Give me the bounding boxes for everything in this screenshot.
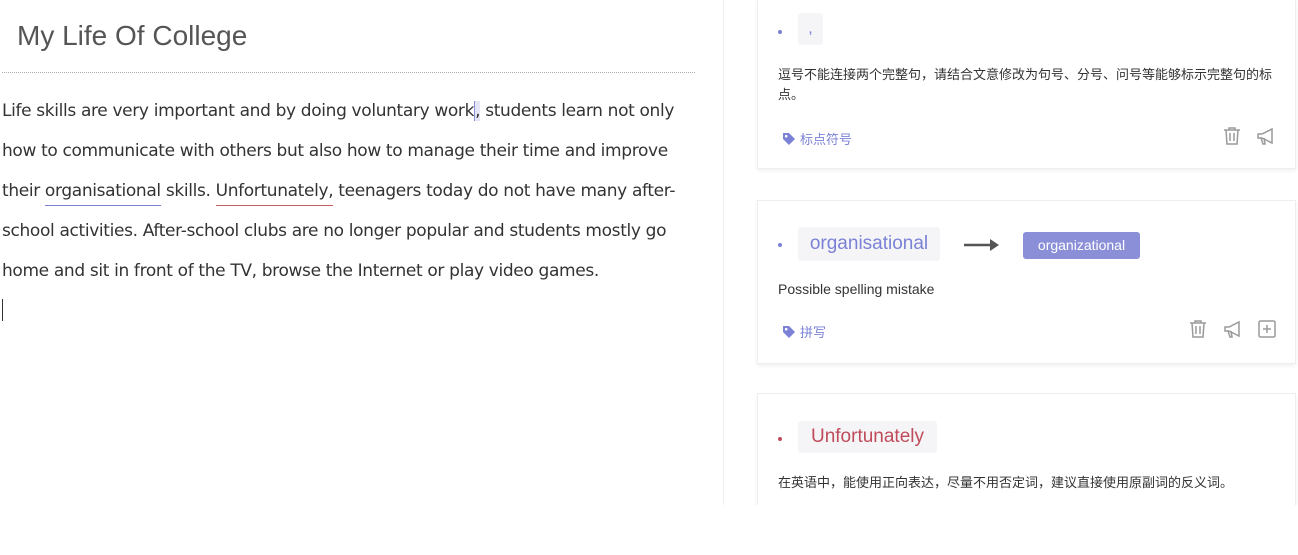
document-editor[interactable]: My Life Of College Life skills are very …: [0, 0, 724, 555]
trash-icon[interactable]: [1221, 125, 1243, 147]
suggestion-message: 逗号不能连接两个完整句，请结合文意修改为句号、分号、问号等能够标示完整句的标点。: [778, 68, 1273, 103]
suggestion-card-punctuation[interactable]: , 逗号不能连接两个完整句，请结合文意修改为句号、分号、问号等能够标示完整句的标…: [757, 0, 1296, 169]
add-to-dictionary-icon[interactable]: [1256, 318, 1278, 340]
category-tag: 拼写: [782, 322, 826, 341]
body-text-1: Life skills are very important and by do…: [2, 101, 475, 121]
arrow-right-icon: [964, 239, 999, 251]
card-bullet: [778, 30, 782, 34]
category-tag-label: 拼写: [800, 326, 827, 341]
trash-icon[interactable]: [1187, 318, 1209, 340]
suggestion-panel: , 逗号不能连接两个完整句，请结合文意修改为句号、分号、问号等能够标示完整句的标…: [757, 0, 1298, 555]
category-tag-label: 标点符号: [800, 133, 853, 148]
card-bullet: [778, 243, 782, 247]
tag-icon: [783, 326, 795, 338]
document-body[interactable]: Life skills are very important and by do…: [2, 91, 702, 291]
flagged-word-unfortunately[interactable]: Unfortunately,: [215, 181, 334, 206]
original-text-chip: ,: [798, 13, 823, 45]
suggestion-message: Possible spelling mistake: [778, 281, 935, 297]
suggestion-message: 在英语中，能使用正向表达，尽量不用否定词，建议直接使用原副词的反义词。: [778, 476, 1234, 491]
body-text-3: skills.: [160, 181, 216, 201]
suggestion-card-style[interactable]: Unfortunately 在英语中，能使用正向表达，尽量不用否定词，建议直接使…: [757, 393, 1296, 523]
tag-icon: [783, 133, 795, 145]
card-bullet: [778, 437, 782, 441]
flagged-word-organisational[interactable]: organisational: [44, 181, 161, 206]
category-tag: 标点符号: [782, 129, 852, 148]
original-text-chip: Unfortunately: [798, 421, 937, 453]
bottom-fade: [0, 505, 1298, 555]
megaphone-icon[interactable]: [1255, 125, 1277, 147]
suggestion-card-spelling[interactable]: organisational organizational Possible s…: [757, 200, 1296, 364]
document-title[interactable]: My Life Of College: [17, 20, 247, 52]
title-divider: [2, 72, 695, 73]
megaphone-icon[interactable]: [1222, 318, 1244, 340]
replacement-suggestion-button[interactable]: organizational: [1023, 232, 1140, 259]
original-text-chip: organisational: [798, 227, 940, 261]
text-cursor: [2, 299, 3, 321]
